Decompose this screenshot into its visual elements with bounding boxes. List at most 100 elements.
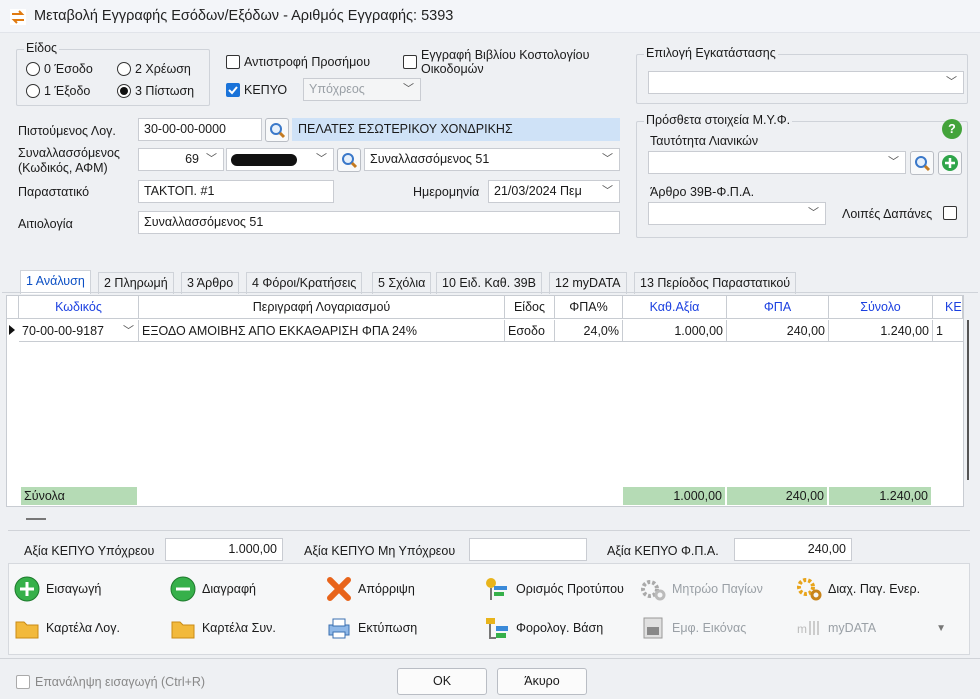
doc-input[interactable]: ΤΑΚΤΟΠ. #1 (138, 180, 334, 203)
partner-label: Συναλλασσόμενος (Κωδικός, ΑΦΜ) (18, 146, 120, 175)
reverse-sign-checkbox[interactable] (226, 55, 240, 69)
radio-button[interactable] (26, 84, 40, 98)
mydata-button[interactable]: m myDATA ▼ (796, 615, 946, 641)
col-header-code[interactable]: Κωδικός (19, 296, 139, 319)
tab-doc-period[interactable]: 13 Περίοδος Παραστατικού (634, 272, 797, 294)
art39-select[interactable]: ﹀ (648, 202, 826, 225)
cancel-button[interactable]: Άκυρο (497, 668, 587, 695)
partner-card-button[interactable]: Καρτέλα Συν. (170, 615, 276, 641)
partner-code-value: 69 (185, 152, 199, 166)
chevron-down-icon: ﹀ (946, 76, 957, 88)
partner-search-button[interactable] (337, 148, 361, 172)
radio-button[interactable] (26, 62, 40, 76)
other-expenses-label: Λοιπές Δαπάνες (842, 207, 933, 221)
tax-base-icon (486, 618, 508, 639)
totals-vat: 240,00 (727, 487, 827, 505)
table-row-code[interactable]: 70-00-00-9187 ﹀ (19, 320, 139, 342)
ok-button[interactable]: ΟΚ (397, 668, 487, 695)
tab-taxes[interactable]: 4 Φόροι/Κρατήσεις (246, 272, 363, 294)
table-row-desc[interactable]: ΕΞΟΔΟ ΑΜΟΙΒΗΣ ΑΠΟ ΕΚΚΑΘΑΡΙΣΗ ΦΠΑ 24% (139, 320, 505, 342)
asset-mgmt-button[interactable]: Διαχ. Παγ. Ενερ. (796, 576, 920, 602)
print-button[interactable]: Εκτύπωση (326, 615, 417, 641)
table-row-kind[interactable]: Εσοδο (505, 320, 555, 342)
kepyo-obl-label: Αξία ΚΕΠΥΟ Υπόχρεου (24, 544, 155, 558)
reason-input[interactable]: Συναλλασσόμενος 51 (138, 211, 620, 234)
asset-mgmt-label: Διαχ. Παγ. Ενερ. (828, 582, 921, 596)
dropdown-arrow-icon[interactable]: ▼ (936, 623, 946, 634)
kepyo-obl-input[interactable]: 1.000,00 (165, 538, 283, 561)
table-row-vat[interactable]: 240,00 (727, 320, 829, 342)
repeat-label: Επανάληψη εισαγωγή (Ctrl+R) (35, 675, 206, 689)
help-icon[interactable]: ? (942, 119, 962, 139)
retail-id-select[interactable]: ﹀ (648, 151, 906, 174)
col-header-total[interactable]: Σύνολο (829, 296, 933, 319)
tab-payment[interactable]: 2 Πληρωμή (98, 272, 174, 294)
discard-button[interactable]: Απόρριψη (326, 576, 415, 602)
tax-base-button[interactable]: Φορολογ. Βάση (484, 615, 603, 641)
search-button[interactable] (910, 151, 934, 175)
title-bar: Μεταβολή Εγγραφής Εσόδων/Εξόδων - Αριθμό… (0, 0, 980, 33)
col-header-net[interactable]: Καθ.Αξία (623, 296, 727, 319)
insert-button[interactable]: Εισαγωγή (14, 576, 101, 602)
col-header-kind[interactable]: Είδος (505, 296, 555, 319)
tab-analysis[interactable]: 1 Ανάλυση (20, 270, 91, 294)
install-label: Επιλογή Εγκατάστασης (644, 46, 778, 60)
kepyo-nonobl-input[interactable] (469, 538, 587, 561)
radio-label: 2 Χρέωση (135, 62, 191, 76)
other-expenses-checkbox[interactable] (943, 206, 957, 220)
totals-label: Σύνολα (21, 487, 137, 505)
credited-search-button[interactable] (265, 118, 289, 142)
search-icon (270, 123, 286, 139)
search-icon (342, 153, 358, 169)
col-header-ke[interactable]: ΚΕ (933, 296, 963, 319)
template-button[interactable]: Ορισμός Προτύπου (484, 576, 624, 602)
tab-mydata[interactable]: 12 myDATA (549, 272, 627, 294)
vertical-scrollbar[interactable] (967, 320, 969, 480)
radio-expense[interactable]: 1 Έξοδο (26, 84, 90, 98)
kepyo-nonobl-label: Αξία ΚΕΠΥΟ Μη Υπόχρεου (304, 544, 456, 558)
radio-label: 1 Έξοδο (44, 84, 91, 98)
col-header-vat[interactable]: ΦΠΑ (727, 296, 829, 319)
folder-icon (15, 621, 39, 639)
radio-button[interactable] (117, 84, 131, 98)
table-row-vat-pct[interactable]: 24,0% (555, 320, 623, 342)
image-view-button[interactable]: Εμφ. Εικόνας (640, 615, 746, 641)
chevron-down-icon: ﹀ (808, 207, 819, 219)
install-select[interactable]: ﹀ (648, 71, 964, 94)
delete-button[interactable]: Διαγραφή (170, 576, 256, 602)
tab-comments[interactable]: 5 Σχόλια (372, 272, 432, 294)
cost-book-checkbox[interactable] (403, 55, 417, 69)
col-header-desc[interactable]: Περιγραφή Λογαριασμού (139, 296, 505, 319)
redaction-mark (231, 154, 297, 166)
kepyo-vat-input[interactable]: 240,00 (734, 538, 852, 561)
radio-income[interactable]: 0 Έσοδο (26, 62, 93, 76)
repeat-checkbox[interactable] (16, 675, 30, 689)
cell-code: 70-00-00-9187 (22, 324, 105, 338)
delete-label: Διαγραφή (202, 582, 256, 596)
table-row-ke[interactable]: 1 (933, 320, 963, 342)
credited-code-input[interactable]: 30-00-00-0000 (138, 118, 262, 141)
date-picker[interactable]: 21/03/2024 Πεμ ﹀ (488, 180, 620, 203)
account-card-button[interactable]: Καρτέλα Λογ. (14, 615, 120, 641)
table-row-total[interactable]: 1.240,00 (829, 320, 933, 342)
radio-debit[interactable]: 2 Χρέωση (117, 62, 191, 76)
template-icon (486, 578, 507, 600)
radio-button[interactable] (117, 62, 131, 76)
chevron-down-icon[interactable]: ﹀ (123, 320, 134, 341)
kepyo-checkbox[interactable] (226, 83, 240, 97)
tab-article[interactable]: 3 Άρθρο (181, 272, 240, 294)
assets-registry-button[interactable]: Μητρώο Παγίων (640, 576, 763, 602)
partner-name-select[interactable]: Συναλλασσόμενος 51 ﹀ (364, 148, 620, 171)
insert-label: Εισαγωγή (46, 582, 102, 596)
partner-vat-select[interactable]: ﹀ (226, 148, 334, 171)
gears-icon (797, 578, 822, 601)
add-retail-button[interactable] (938, 151, 962, 175)
partner-code-select[interactable]: 69 ﹀ (138, 148, 224, 171)
table-row-net[interactable]: 1.000,00 (623, 320, 727, 342)
chevron-down-icon: ﹀ (602, 185, 613, 197)
col-header-vat-pct[interactable]: ΦΠΑ% (555, 296, 623, 319)
radio-credit[interactable]: 3 Πίστωση (117, 84, 194, 98)
splitter-handle[interactable] (26, 518, 46, 520)
tab-special-39b[interactable]: 10 Ειδ. Καθ. 39Β (436, 272, 542, 294)
folder-icon (171, 621, 195, 639)
